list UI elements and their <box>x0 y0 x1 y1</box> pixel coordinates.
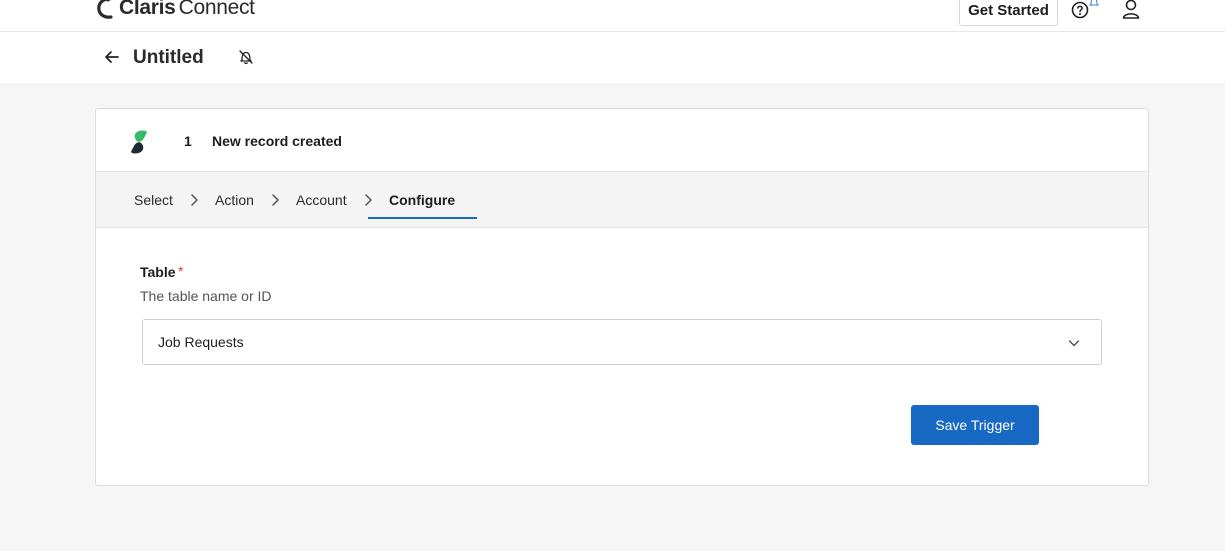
brand-name-light: Connect <box>178 0 255 19</box>
get-started-button[interactable]: Get Started <box>959 0 1058 26</box>
claris-connect-logo[interactable]: Claris Connect <box>96 0 255 22</box>
table-select[interactable]: Job Requests <box>142 319 1102 365</box>
table-field-help: The table name or ID <box>140 288 272 304</box>
bell-icon[interactable] <box>1089 0 1099 8</box>
chevron-down-icon <box>1068 340 1080 347</box>
step-select[interactable]: Select <box>134 192 173 208</box>
claris-logo-icon <box>97 0 113 19</box>
save-trigger-button[interactable]: Save Trigger <box>911 405 1039 445</box>
user-icon[interactable] <box>1121 0 1141 20</box>
step-configure[interactable]: Configure <box>389 192 455 208</box>
arrow-left-icon[interactable] <box>103 48 121 66</box>
top-navigation-bar: Claris Connect Get Started <box>0 0 1225 32</box>
table-field-label: Table <box>140 264 176 280</box>
brand-name-bold: Claris <box>119 0 176 19</box>
required-marker: * <box>178 263 184 279</box>
step-action[interactable]: Action <box>215 192 254 208</box>
app-logo-icon <box>131 130 147 154</box>
trigger-header[interactable]: 1 New record created <box>96 109 1148 172</box>
chevron-right-icon <box>365 194 372 206</box>
bell-off-icon[interactable] <box>238 49 254 65</box>
chevron-right-icon <box>191 194 198 206</box>
step-account[interactable]: Account <box>296 192 347 208</box>
active-step-indicator <box>368 217 477 219</box>
chevron-right-icon <box>272 194 279 206</box>
steps-breadcrumb: Select Action Account Configure <box>96 172 1148 228</box>
flow-header: Untitled <box>0 32 1225 83</box>
step-title: New record created <box>212 133 342 149</box>
trigger-card: 1 New record created Select Action Accou… <box>95 108 1149 486</box>
table-select-value: Job Requests <box>158 334 244 350</box>
flow-title[interactable]: Untitled <box>133 47 204 69</box>
step-number: 1 <box>184 133 192 149</box>
